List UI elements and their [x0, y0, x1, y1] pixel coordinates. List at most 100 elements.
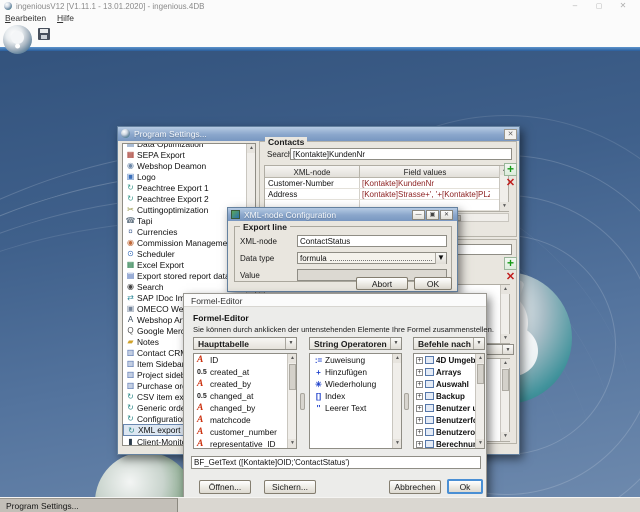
expand-icon[interactable]: + — [416, 416, 423, 424]
scroll-up-icon[interactable] — [476, 354, 484, 363]
scroll-up-icon[interactable] — [393, 354, 401, 363]
scroll-up-icon[interactable] — [501, 359, 510, 368]
second-list-vscroll[interactable] — [500, 359, 510, 441]
scroll-down-icon[interactable] — [500, 202, 509, 211]
xml-node-input[interactable]: ContactStatus — [297, 235, 447, 247]
field-item[interactable]: A ID — [194, 354, 296, 366]
scroll-down-icon[interactable] — [288, 439, 296, 448]
command-group-item[interactable]: +Benutzerformulare — [414, 414, 484, 426]
operator-item[interactable]: '' Leerer Text — [310, 402, 401, 414]
command-group-item[interactable]: +Benutzer und Gruppen — [414, 402, 484, 414]
cancel-button[interactable]: Abbrechen — [389, 480, 441, 494]
expand-icon[interactable]: + — [416, 368, 423, 376]
add-row-icon[interactable]: + — [504, 163, 517, 176]
expand-icon[interactable]: + — [416, 392, 423, 400]
expand-icon[interactable]: + — [416, 440, 423, 448]
close-icon[interactable]: ✕ — [440, 210, 453, 220]
col-header-xml-node[interactable]: XML-node — [265, 166, 360, 177]
chevron-down-icon[interactable] — [502, 345, 513, 354]
scroll-thumb[interactable] — [289, 364, 296, 390]
command-group-item[interactable]: +4D Umgebung — [414, 354, 484, 366]
close-icon[interactable] — [614, 1, 632, 11]
delete-row-icon[interactable]: ✕ — [504, 177, 517, 190]
fields-combo[interactable]: Haupttabelle — [193, 337, 297, 350]
expand-icon[interactable]: + — [416, 428, 423, 436]
text-type-icon: A — [197, 403, 204, 413]
chevron-down-icon[interactable] — [473, 338, 484, 349]
search-input[interactable]: [Kontakte]KundenNr — [290, 148, 512, 160]
command-group-item[interactable]: +Benutzeroberfläche — [414, 426, 484, 438]
fields-list-scrollbar[interactable] — [287, 354, 296, 448]
add-row-icon[interactable]: + — [504, 257, 517, 270]
expand-icon[interactable]: + — [416, 380, 423, 388]
maximize-icon[interactable]: ▣ — [426, 210, 439, 220]
save-button[interactable]: Sichern... — [264, 480, 316, 494]
field-item[interactable]: Acustomer_number — [194, 426, 296, 438]
sidebar-item-webshop-deamon[interactable]: ◉ Webshop Deamon — [123, 160, 255, 171]
field-item[interactable]: Acreated_by — [194, 378, 296, 390]
sidebar-item-peachtree-export-1[interactable]: ↻ Peachtree Export 1 — [123, 182, 255, 193]
scroll-down-icon[interactable] — [501, 432, 510, 441]
scroll-thumb[interactable] — [477, 364, 484, 384]
scroll-down-icon[interactable] — [476, 439, 484, 448]
operator-item[interactable]: + Hinzufügen — [310, 366, 401, 378]
abort-button[interactable]: Abort — [356, 277, 408, 290]
formula-input[interactable]: BF_GetText ([Kontakte]OID;'ContactStatus… — [191, 456, 481, 469]
commands-combo[interactable]: Befehle nach Gruppen — [413, 337, 485, 350]
command-group-item[interactable]: + Arrays — [414, 366, 484, 378]
operators-list-scrollbar[interactable] — [392, 354, 401, 448]
list-splitter-handle[interactable] — [404, 393, 409, 410]
operator-item[interactable]: ✳ Wiederholung — [310, 378, 401, 390]
program-settings-titlebar[interactable]: Program Settings... — [118, 127, 519, 141]
operators-combo[interactable]: String Operatoren — [309, 337, 402, 350]
field-item[interactable]: Amatchcode — [194, 414, 296, 426]
second-table-vscroll[interactable] — [500, 285, 510, 343]
sidebar-item-logo[interactable]: ▣ Logo — [123, 171, 255, 182]
list-splitter-handle[interactable] — [300, 393, 305, 410]
ok-button[interactable]: Ok — [447, 479, 483, 494]
sidebar-item-sepa-export[interactable]: ▦ SEPA Export — [123, 149, 255, 160]
sidebar-item-peachtree-export-2[interactable]: ↻ Peachtree Export 2 — [123, 193, 255, 204]
scroll-thumb[interactable] — [502, 369, 509, 391]
menu-hilfe[interactable]: Hilfe — [54, 13, 77, 23]
scroll-up-icon[interactable] — [501, 285, 510, 294]
program-settings-close-icon[interactable]: ✕ — [504, 129, 517, 140]
sidebar-item-label: Cuttingoptimization — [137, 204, 209, 215]
text-type-icon: A — [197, 379, 204, 389]
scroll-up-icon[interactable] — [247, 144, 255, 153]
chevron-down-icon[interactable] — [390, 338, 401, 349]
minimize-icon[interactable]: — — [412, 210, 425, 220]
menu-bearbeiten[interactable]: Bearbeiten — [2, 13, 49, 23]
maximize-icon[interactable] — [590, 1, 608, 11]
col-header-field-values[interactable]: Field values — [360, 166, 490, 177]
command-group-item[interactable]: + Auswahl — [414, 378, 484, 390]
table-row[interactable]: Address [Kontakte]Strasse+', '+[Kontakte]… — [265, 189, 508, 200]
command-group-item[interactable]: +Berechnungen — [414, 438, 484, 448]
scroll-up-icon[interactable] — [288, 354, 296, 363]
formel-editor-titlebar[interactable]: Formel-Editor — [184, 294, 486, 307]
scroll-down-icon[interactable] — [501, 334, 510, 343]
open-button[interactable]: Öffnen... — [199, 480, 251, 494]
expand-icon[interactable]: + — [416, 404, 423, 412]
commands-tree-scrollbar[interactable] — [475, 354, 484, 448]
data-type-select[interactable]: formula — [297, 252, 447, 264]
sidebar-item-label: Currencies — [137, 226, 178, 237]
operator-item[interactable]: := Zuweisung — [310, 354, 401, 366]
save-icon[interactable] — [38, 28, 50, 40]
field-item[interactable]: Achanged_by — [194, 402, 296, 414]
field-item[interactable]: 0.5 changed_at — [194, 390, 296, 402]
minimize-icon[interactable] — [566, 1, 584, 11]
delete-row-icon[interactable]: ✕ — [504, 271, 517, 284]
field-item[interactable]: Arepresentative_ID — [194, 438, 296, 448]
chevron-down-icon[interactable] — [285, 338, 296, 349]
xml-node-table: XML-node Field values Customer-Number [Ko… — [264, 165, 509, 212]
field-item[interactable]: 0.5 created_at — [194, 366, 296, 378]
ok-button[interactable]: OK — [414, 277, 452, 290]
expand-icon[interactable]: + — [416, 356, 423, 364]
command-group-item[interactable]: + Backup — [414, 390, 484, 402]
table-row[interactable]: Customer-Number [Kontakte]KundenNr — [265, 178, 508, 189]
scroll-down-icon[interactable] — [393, 439, 401, 448]
operator-item[interactable]: [] Index — [310, 390, 401, 402]
taskbar-program-settings-button[interactable]: Program Settings... — [0, 498, 178, 512]
chevron-down-icon[interactable] — [435, 253, 446, 264]
